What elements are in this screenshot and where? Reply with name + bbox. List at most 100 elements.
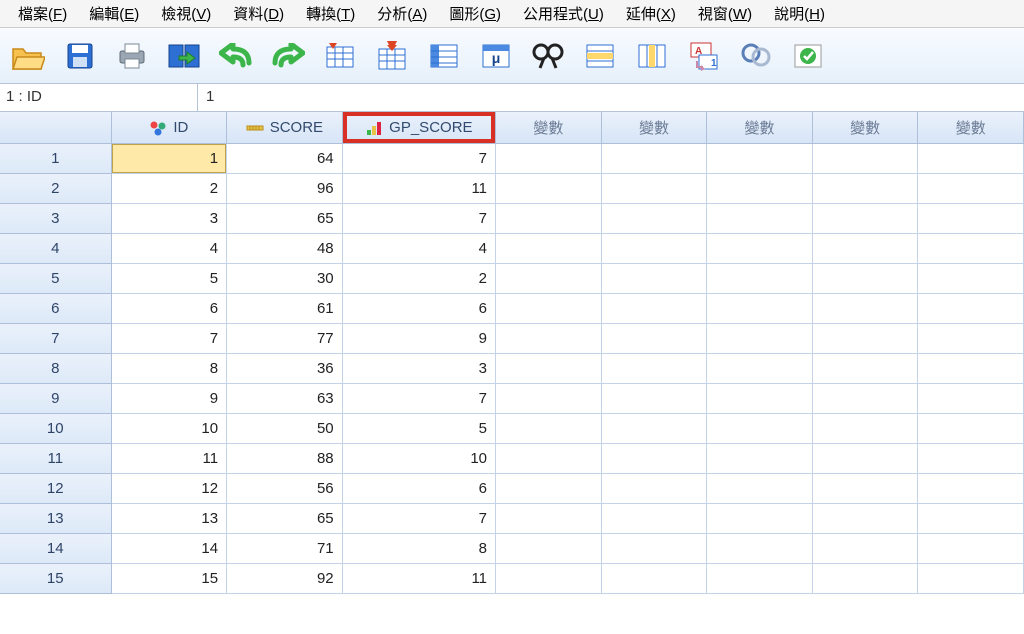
table-cell[interactable]: 7 [343,144,496,174]
row-header[interactable]: 14 [0,534,112,564]
table-cell[interactable] [918,354,1024,384]
row-header[interactable]: 7 [0,324,112,354]
table-cell[interactable] [602,384,708,414]
table-cell[interactable] [602,564,708,594]
row-header[interactable]: 10 [0,414,112,444]
table-cell[interactable] [813,294,919,324]
table-cell[interactable]: 30 [227,264,343,294]
print-icon[interactable] [114,38,150,74]
table-cell[interactable] [918,414,1024,444]
table-cell[interactable]: 5 [112,264,228,294]
table-cell[interactable] [496,264,602,294]
menu-view[interactable]: 檢視(V) [151,1,221,26]
row-header[interactable]: 6 [0,294,112,324]
table-cell[interactable] [496,234,602,264]
row-header[interactable]: 15 [0,564,112,594]
menu-analyze[interactable]: 分析(A) [367,1,437,26]
recall-dialog-icon[interactable] [166,38,202,74]
table-cell[interactable] [707,234,813,264]
table-cell[interactable] [918,384,1024,414]
table-cell[interactable]: 7 [112,324,228,354]
column-header-id[interactable]: ID [112,112,228,144]
table-cell[interactable] [496,204,602,234]
table-cell[interactable] [496,144,602,174]
column-header-empty[interactable]: 變數 [602,112,708,144]
table-cell[interactable] [813,474,919,504]
column-header-empty[interactable]: 變數 [496,112,602,144]
table-cell[interactable] [602,444,708,474]
table-cell[interactable]: 8 [343,534,496,564]
table-cell[interactable] [496,294,602,324]
table-cell[interactable] [813,384,919,414]
variables-icon[interactable] [426,38,462,74]
table-cell[interactable] [707,354,813,384]
table-cell[interactable]: 6 [112,294,228,324]
column-header-empty[interactable]: 變數 [918,112,1024,144]
table-cell[interactable] [707,414,813,444]
table-cell[interactable] [918,264,1024,294]
table-cell[interactable] [707,504,813,534]
table-cell[interactable] [813,354,919,384]
insert-variable-icon[interactable] [634,38,670,74]
table-cell[interactable] [918,144,1024,174]
table-cell[interactable] [918,444,1024,474]
table-cell[interactable] [707,204,813,234]
menu-window[interactable]: 視窗(W) [688,1,762,26]
table-cell[interactable]: 2 [343,264,496,294]
table-cell[interactable] [496,504,602,534]
table-cell[interactable] [918,474,1024,504]
table-cell[interactable]: 77 [227,324,343,354]
table-cell[interactable] [496,384,602,414]
table-cell[interactable] [602,474,708,504]
table-cell[interactable] [602,144,708,174]
open-icon[interactable] [10,38,46,74]
menu-file[interactable]: 檔案(F) [8,1,77,26]
table-cell[interactable]: 6 [343,294,496,324]
table-cell[interactable] [918,324,1024,354]
row-header[interactable]: 11 [0,444,112,474]
table-cell[interactable] [707,264,813,294]
row-header[interactable]: 12 [0,474,112,504]
table-cell[interactable]: 56 [227,474,343,504]
table-cell[interactable] [496,324,602,354]
table-cell[interactable] [813,504,919,534]
grid-corner[interactable] [0,112,112,144]
row-header[interactable]: 1 [0,144,112,174]
menu-transform[interactable]: 轉換(T) [296,1,365,26]
save-icon[interactable] [62,38,98,74]
table-cell[interactable] [813,174,919,204]
table-cell[interactable] [496,564,602,594]
table-cell[interactable]: 7 [343,504,496,534]
weight-cases-icon[interactable] [738,38,774,74]
table-cell[interactable]: 6 [343,474,496,504]
table-cell[interactable] [496,414,602,444]
table-cell[interactable] [707,384,813,414]
goto-variable-icon[interactable] [374,38,410,74]
table-cell[interactable]: 96 [227,174,343,204]
row-header[interactable]: 4 [0,234,112,264]
table-cell[interactable]: 36 [227,354,343,384]
select-cases-icon[interactable] [790,38,826,74]
run-descriptives-icon[interactable]: μ [478,38,514,74]
table-cell[interactable]: 3 [112,204,228,234]
table-cell[interactable]: 3 [343,354,496,384]
cell-value[interactable]: 1 [198,84,1024,111]
table-cell[interactable] [813,144,919,174]
table-cell[interactable] [707,564,813,594]
table-cell[interactable] [602,204,708,234]
table-cell[interactable] [918,294,1024,324]
table-cell[interactable]: 11 [343,564,496,594]
find-icon[interactable] [530,38,566,74]
column-header-empty[interactable]: 變數 [707,112,813,144]
table-cell[interactable]: 92 [227,564,343,594]
table-cell[interactable]: 9 [112,384,228,414]
table-cell[interactable] [602,534,708,564]
row-header[interactable]: 8 [0,354,112,384]
table-cell[interactable] [813,264,919,294]
table-cell[interactable] [918,534,1024,564]
table-cell[interactable]: 14 [112,534,228,564]
split-file-icon[interactable]: A1 [686,38,722,74]
table-cell[interactable]: 63 [227,384,343,414]
table-cell[interactable]: 88 [227,444,343,474]
undo-icon[interactable] [218,38,254,74]
